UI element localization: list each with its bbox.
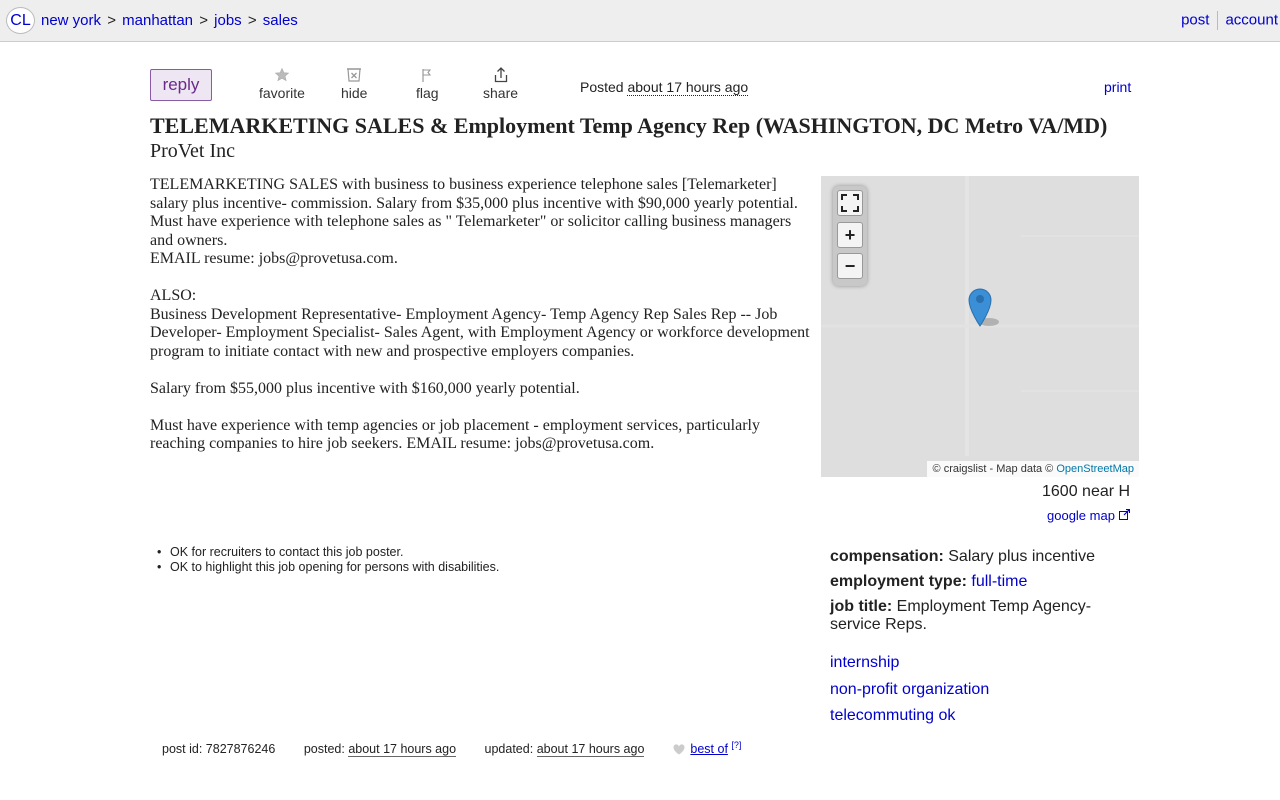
google-map-link[interactable]: google map — [1047, 508, 1130, 523]
body-paragraph: Salary from $55,000 plus incentive with … — [150, 379, 580, 397]
breadcrumb-manhattan[interactable]: manhattan — [122, 12, 193, 29]
best-of: best of [?] — [673, 740, 741, 756]
posting-notices: OK for recruiters to contact this job po… — [157, 545, 499, 575]
share-button[interactable]: share — [483, 67, 518, 101]
job-tags: internship non-profit organization telec… — [830, 654, 989, 734]
zoom-in-button[interactable]: + — [837, 222, 863, 248]
updated-info: updated: about 17 hours ago — [484, 742, 645, 758]
post-info-footer: post id: 7827876246 posted: about 17 hou… — [162, 740, 741, 758]
flag-icon — [416, 67, 439, 85]
divider — [1217, 11, 1219, 30]
craigslist-logo[interactable]: CL — [6, 7, 35, 34]
body-paragraph: TELEMARKETING SALES with business to bus… — [150, 176, 798, 267]
post-link[interactable]: post — [1181, 11, 1209, 28]
breadcrumb-separator: > — [107, 12, 116, 29]
employment-type-link[interactable]: full-time — [971, 573, 1027, 590]
print-link[interactable]: print — [1104, 79, 1131, 95]
job-title-attr: job title: Employment Temp Agency- servi… — [830, 598, 1092, 633]
compensation-attr: compensation: Salary plus incentive — [830, 548, 1095, 565]
map-address: 1600 near H — [1042, 483, 1131, 500]
fullscreen-button[interactable] — [837, 190, 863, 216]
hide-label: hide — [341, 85, 368, 101]
star-icon — [259, 67, 305, 85]
posted-date: Posted about 17 hours ago — [580, 79, 749, 96]
posted-info: posted: about 17 hours ago — [303, 742, 457, 758]
map-attribution: © craigslist - Map data © OpenStreetMap — [926, 461, 1139, 477]
breadcrumb-separator: > — [247, 12, 257, 29]
tag-non-profit[interactable]: non-profit organization — [830, 681, 989, 699]
breadcrumb-separator: > — [199, 12, 208, 29]
flag-button[interactable]: flag — [416, 67, 439, 101]
notice-item: OK to highlight this job opening for per… — [157, 560, 499, 575]
account-link[interactable]: account — [1225, 11, 1278, 28]
hide-button[interactable]: hide — [341, 67, 367, 101]
share-label: share — [483, 85, 519, 101]
job-attributes: compensation: Salary plus incentive empl… — [830, 548, 1130, 641]
post-id: post id: 7827876246 — [162, 742, 276, 757]
breadcrumb: new york > manhattan > jobs > sales — [41, 12, 298, 29]
favorite-button[interactable]: favorite — [259, 67, 305, 101]
tag-telecommuting[interactable]: telecommuting ok — [830, 707, 989, 725]
posting-body: TELEMARKETING SALES with business to bus… — [150, 176, 815, 472]
map-controls: + − — [833, 186, 867, 286]
body-paragraph: Must have experience with temp agencies … — [150, 416, 760, 453]
body-paragraph: ALSO: Business Development Representativ… — [150, 287, 810, 360]
location-map[interactable]: + − © craigslist - Map data © OpenStreet… — [821, 176, 1139, 477]
best-of-link[interactable]: best of — [690, 742, 728, 756]
flag-label: flag — [416, 85, 439, 101]
openstreetmap-link[interactable]: OpenStreetMap — [1056, 463, 1134, 475]
posted-prefix: Posted — [580, 79, 624, 95]
breadcrumb-new-york[interactable]: new york — [41, 12, 101, 29]
hide-icon — [341, 67, 367, 85]
heart-icon — [673, 744, 685, 755]
user-links: post account — [1181, 11, 1278, 30]
favorite-label: favorite — [259, 85, 305, 101]
external-link-icon — [1118, 508, 1130, 520]
reply-button[interactable]: reply — [150, 69, 212, 101]
breadcrumb-jobs[interactable]: jobs — [214, 12, 242, 29]
company-name: ProVet Inc — [150, 140, 235, 162]
help-link[interactable]: [?] — [731, 740, 741, 750]
share-icon — [483, 67, 518, 85]
top-bar: CL new york > manhattan > jobs > sales p… — [0, 0, 1280, 42]
zoom-out-button[interactable]: − — [837, 253, 863, 279]
tag-internship[interactable]: internship — [830, 654, 989, 672]
map-pin-icon[interactable] — [967, 286, 1001, 335]
notice-item: OK for recruiters to contact this job po… — [157, 545, 499, 560]
breadcrumb-sales[interactable]: sales — [263, 12, 298, 29]
fullscreen-icon — [841, 194, 859, 212]
employment-type-attr: employment type: full-time — [830, 573, 1028, 590]
posting-title: TELEMARKETING SALES & Employment Temp Ag… — [150, 113, 1108, 138]
posted-timestamp: about 17 hours ago — [627, 79, 749, 96]
